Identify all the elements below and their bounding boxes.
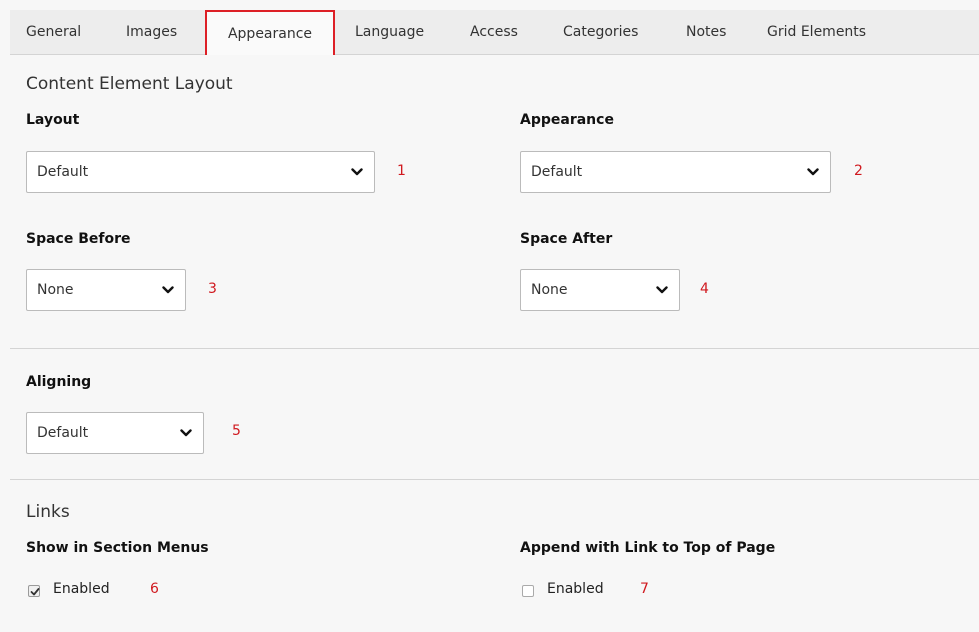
section-divider bbox=[10, 479, 979, 480]
space-before-select[interactable]: None bbox=[26, 269, 186, 311]
appearance-label: Appearance bbox=[520, 112, 614, 128]
section-title-links: Links bbox=[26, 502, 70, 522]
section-title-content-element-layout: Content Element Layout bbox=[26, 74, 233, 94]
marker-6: 6 bbox=[150, 581, 159, 597]
link-to-top-label: Append with Link to Top of Page bbox=[520, 540, 776, 556]
appearance-select[interactable]: Default bbox=[520, 151, 831, 193]
section-divider bbox=[10, 348, 979, 349]
space-before-select-value: None bbox=[37, 282, 74, 298]
space-after-label: Space After bbox=[520, 231, 613, 247]
tab-categories[interactable]: Categories bbox=[563, 10, 638, 55]
space-before-label: Space Before bbox=[26, 231, 131, 247]
tab-appearance[interactable]: Appearance bbox=[205, 10, 335, 55]
section-menus-checkbox[interactable] bbox=[28, 585, 40, 597]
layout-select-value: Default bbox=[37, 164, 89, 180]
marker-3: 3 bbox=[208, 281, 217, 297]
appearance-select-value: Default bbox=[531, 164, 583, 180]
tab-notes[interactable]: Notes bbox=[686, 10, 726, 55]
layout-label: Layout bbox=[26, 112, 80, 128]
link-to-top-checkbox-label[interactable]: Enabled bbox=[547, 581, 604, 597]
checkmark-icon bbox=[30, 588, 40, 596]
tab-access[interactable]: Access bbox=[470, 10, 518, 55]
space-after-select[interactable]: None bbox=[520, 269, 680, 311]
marker-4: 4 bbox=[700, 281, 709, 297]
marker-7: 7 bbox=[640, 581, 649, 597]
chevron-down-icon bbox=[806, 152, 820, 192]
section-menus-checkbox-label[interactable]: Enabled bbox=[53, 581, 110, 597]
aligning-select[interactable]: Default bbox=[26, 412, 204, 454]
chevron-down-icon bbox=[161, 270, 175, 310]
chevron-down-icon bbox=[350, 152, 364, 192]
layout-select[interactable]: Default bbox=[26, 151, 375, 193]
aligning-label: Aligning bbox=[26, 374, 92, 390]
chevron-down-icon bbox=[179, 413, 193, 453]
link-to-top-checkbox[interactable] bbox=[522, 585, 534, 597]
marker-2: 2 bbox=[854, 163, 863, 179]
aligning-select-value: Default bbox=[37, 425, 89, 441]
space-after-select-value: None bbox=[531, 282, 568, 298]
chevron-down-icon bbox=[655, 270, 669, 310]
marker-1: 1 bbox=[397, 163, 406, 179]
tab-grid-elements[interactable]: Grid Elements bbox=[767, 10, 866, 55]
tab-general[interactable]: General bbox=[26, 10, 81, 55]
marker-5: 5 bbox=[232, 423, 241, 439]
tab-bar: General Images Appearance Language Acces… bbox=[10, 10, 979, 55]
tab-images[interactable]: Images bbox=[126, 10, 177, 55]
tab-language[interactable]: Language bbox=[355, 10, 424, 55]
section-menus-label: Show in Section Menus bbox=[26, 540, 209, 556]
